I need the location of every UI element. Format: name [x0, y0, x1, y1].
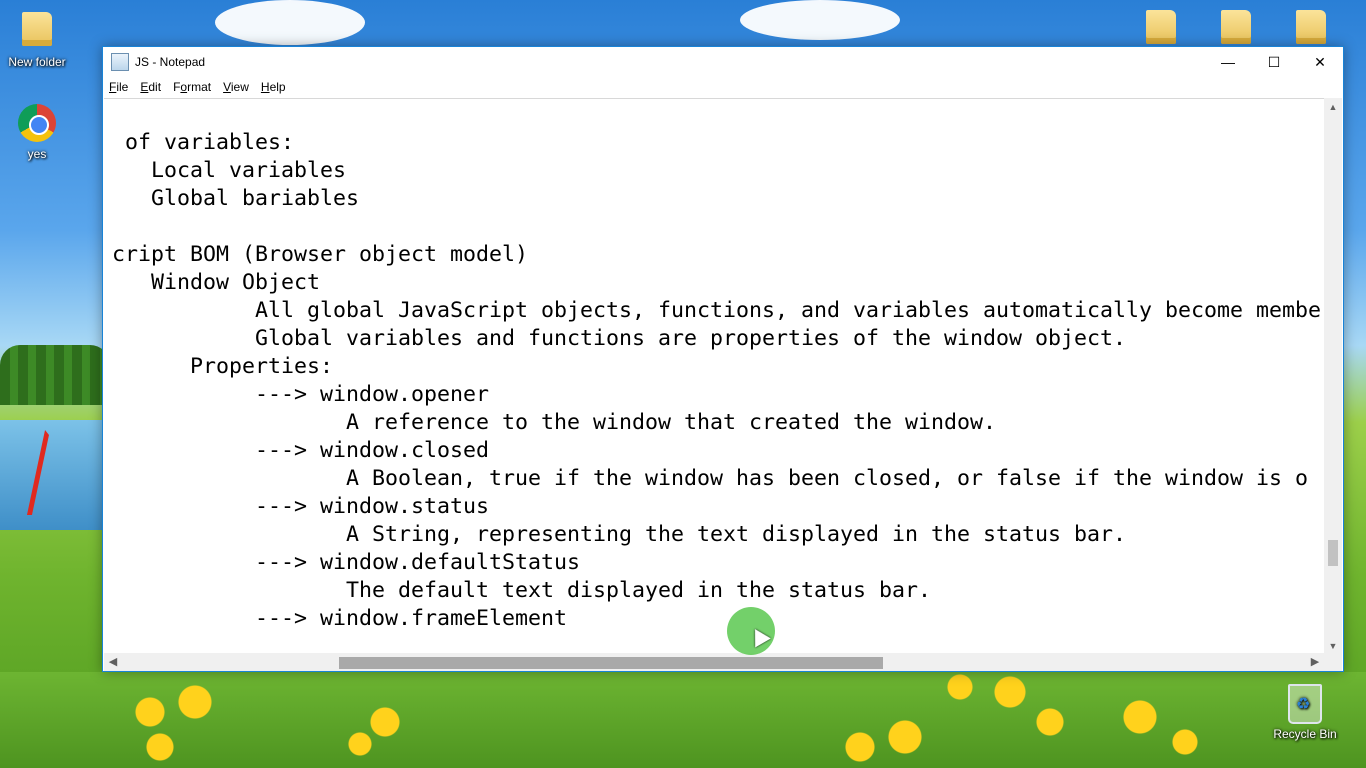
window-title: JS - Notepad: [135, 55, 206, 69]
scroll-up-icon[interactable]: ▲: [1324, 98, 1342, 116]
minimize-button[interactable]: —: [1205, 47, 1251, 77]
cloud: [740, 0, 900, 40]
menu-edit[interactable]: Edit: [140, 80, 167, 94]
desktop-icon-label: Recycle Bin: [1273, 727, 1337, 741]
cloud: [215, 0, 365, 45]
folder-icon: [1216, 10, 1256, 50]
treeline: [0, 345, 110, 405]
maximize-button[interactable]: ☐: [1251, 47, 1297, 77]
resize-grip[interactable]: [1324, 653, 1342, 671]
desktop-icon-new-folder[interactable]: New folder: [0, 12, 74, 69]
scroll-right-icon[interactable]: ▶: [1306, 653, 1324, 671]
folder-icon: [17, 12, 57, 52]
notepad-icon: [111, 53, 129, 71]
notepad-window: JS - Notepad — ☐ ✕ File Edit Format View…: [102, 46, 1344, 672]
close-button[interactable]: ✕: [1297, 47, 1343, 77]
vertical-scrollbar[interactable]: ▲ ▼: [1324, 98, 1342, 655]
title-bar[interactable]: JS - Notepad — ☐ ✕: [103, 47, 1343, 77]
menu-file[interactable]: File: [109, 80, 134, 94]
menu-view[interactable]: View: [223, 80, 255, 94]
horizontal-scrollbar[interactable]: ◀ ▶: [104, 653, 1324, 671]
flower-meadow: [0, 672, 1366, 768]
desktop-icon-label: New folder: [8, 55, 66, 69]
document-text[interactable]: of variables: Local variables Global bar…: [112, 129, 1321, 633]
chrome-icon: [17, 104, 57, 144]
desktop-icon-label: yes: [27, 147, 47, 161]
text-editor[interactable]: of variables: Local variables Global bar…: [104, 98, 1324, 656]
desktop-icon-yes[interactable]: yes: [0, 104, 74, 161]
horizontal-scroll-thumb[interactable]: [339, 657, 883, 669]
recycle-bin-icon: [1285, 684, 1325, 724]
folder-icon: [1141, 10, 1181, 50]
menu-bar: File Edit Format View Help: [103, 77, 1343, 97]
scroll-left-icon[interactable]: ◀: [104, 653, 122, 671]
menu-help[interactable]: Help: [261, 80, 292, 94]
menu-format[interactable]: Format: [173, 80, 217, 94]
folder-icon: [1291, 10, 1331, 50]
vertical-scroll-thumb[interactable]: [1328, 540, 1338, 566]
desktop-icon-recycle-bin[interactable]: Recycle Bin: [1268, 684, 1342, 741]
